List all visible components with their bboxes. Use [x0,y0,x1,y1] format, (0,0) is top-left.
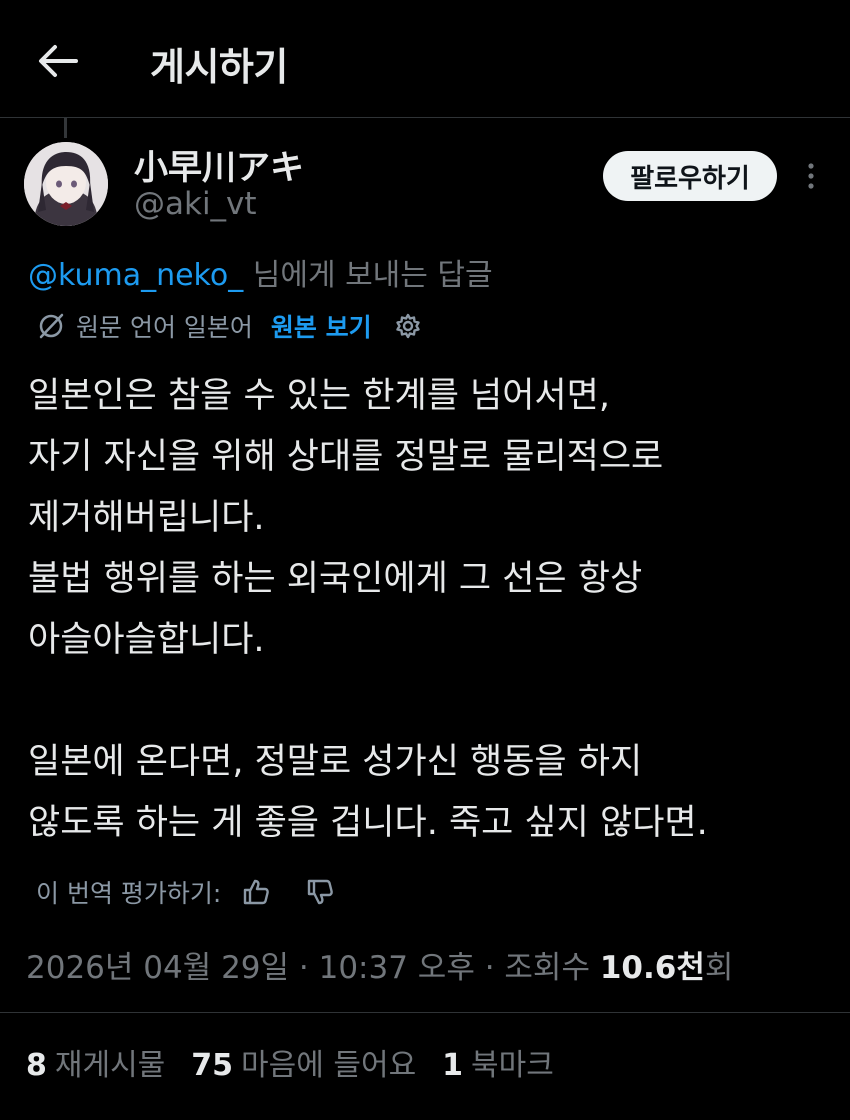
translate-slash-icon [36,311,66,341]
likes-count: 75 [191,1048,234,1083]
arrow-left-icon [39,45,78,77]
post-body-line [28,671,828,732]
thumbs-down-button[interactable] [305,877,335,907]
page-title: 게시하기 [150,45,288,89]
post-body-line: 아슬아슬합니다. [28,620,265,660]
author-handle[interactable]: @aki_vt [134,186,257,222]
bookmarks-count: 1 [442,1048,464,1083]
post-body-line: 자기 자신을 위해 상대를 정말로 물리적으로 [28,437,664,477]
reposts-stat[interactable]: 8 재게시물 [26,1040,165,1084]
translation-settings-button[interactable] [394,312,422,340]
translation-info-row: 원문 언어 일본어 원본 보기 [36,308,422,344]
likes-stat[interactable]: 75 마음에 들어요 [191,1040,416,1084]
engagement-stats: 8 재게시물 75 마음에 들어요 1 북마크 [26,1040,580,1084]
post-body: 일본인은 참을 수 있는 한계를 넘어서면, 자기 자신을 위해 상대를 정말로… [28,366,828,854]
avatar-image [24,142,108,226]
reposts-count: 8 [26,1048,47,1083]
post-body-line: 불법 행위를 하는 외국인에게 그 선은 항상 [28,559,643,599]
post-body-line: 일본인은 참을 수 있는 한계를 넘어서면, [28,376,610,416]
rate-translation-label: 이 번역 평가하기: [36,879,222,908]
author-display-name[interactable]: 小早川アキ [134,140,304,189]
gear-icon [395,313,420,339]
view-count-suffix: 회 [704,950,734,986]
divider [0,1012,850,1013]
thumbs-up-icon [244,879,270,905]
post-timestamp[interactable]: 2026년 04월 29일 · 10:37 오후 · 조회수 [26,950,600,986]
reply-to-suffix: 님에게 보내는 답글 [243,258,493,293]
reply-to-line: @kuma_neko_ 님에게 보내는 답글 [28,250,493,294]
thumbs-up-button[interactable] [241,877,271,907]
back-button[interactable] [30,38,86,84]
post-body-line: 일본에 온다면, 정말로 성가신 행동을 하지 [28,742,643,782]
view-count: 10.6천 [599,950,705,986]
show-original-link[interactable]: 원본 보기 [271,308,372,344]
thread-connector-line [64,118,67,138]
thumbs-down-icon [308,879,334,905]
follow-button[interactable]: 팔로우하기 [603,151,777,201]
post-body-line: 제거해버립니다. [28,498,265,538]
bookmarks-label: 북마크 [471,1048,554,1083]
more-vertical-icon [808,163,814,189]
translation-language-info: 원문 언어 일본어 [76,313,253,342]
rate-translation-row: 이 번역 평가하기: [36,872,335,912]
reposts-label: 재게시물 [54,1048,166,1083]
likes-label: 마음에 들어요 [241,1048,417,1083]
bookmarks-stat[interactable]: 1 북마크 [442,1040,554,1084]
more-options-button[interactable] [796,156,826,196]
post-meta: 2026년 04월 29일 · 10:37 오후 · 조회수 10.6천회 [26,942,733,987]
avatar[interactable] [24,142,108,226]
reply-mention-link[interactable]: @kuma_neko_ [28,258,243,293]
post-body-line: 않도록 하는 게 좋을 겁니다. 죽고 싶지 않다면. [28,803,708,843]
top-bar: 게시하기 [0,0,850,118]
